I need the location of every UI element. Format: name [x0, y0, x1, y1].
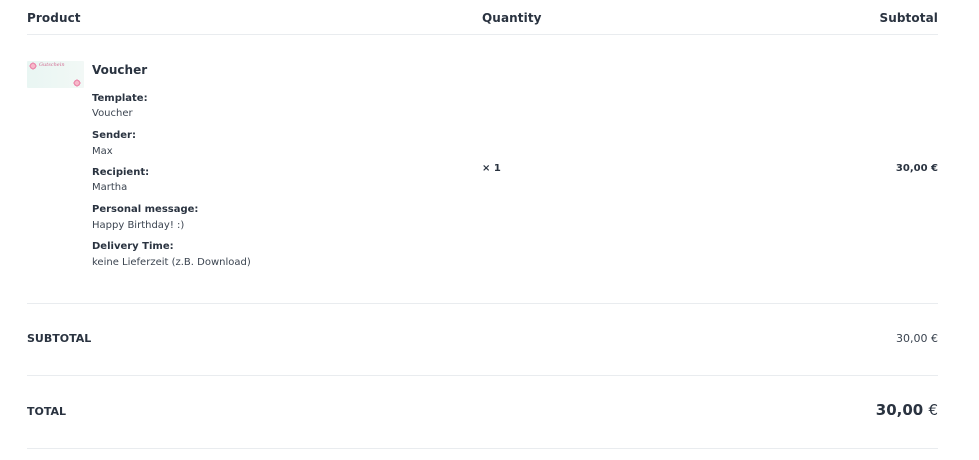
- flower-decoration: [73, 79, 81, 87]
- item-quantity: × 1: [482, 163, 501, 174]
- total-divider: [27, 448, 938, 449]
- subtotal-divider: [27, 375, 938, 376]
- voucher-thumbnail: Gutschein: [27, 61, 84, 88]
- detail-label-recipient: Recipient:: [92, 167, 150, 178]
- header-product: Product: [27, 11, 81, 25]
- detail-value-delivery-time: keine Lieferzeit (z.B. Download): [92, 257, 251, 268]
- detail-label-template: Template:: [92, 93, 148, 104]
- flower-decoration: [29, 62, 37, 70]
- detail-label-delivery-time: Delivery Time:: [92, 241, 174, 252]
- thumbnail-script-text: Gutschein: [39, 62, 65, 68]
- total-amount: 30,00: [875, 401, 924, 419]
- detail-value-personal-message: Happy Birthday! :): [92, 220, 185, 231]
- header-divider: [27, 34, 938, 35]
- detail-value-recipient: Martha: [92, 182, 128, 193]
- total-currency: €: [928, 401, 938, 419]
- total-value: 30,00 €: [818, 401, 938, 419]
- header-quantity: Quantity: [482, 11, 542, 25]
- header-subtotal: Subtotal: [879, 11, 938, 25]
- detail-label-sender: Sender:: [92, 130, 136, 141]
- detail-value-sender: Max: [92, 146, 113, 157]
- subtotal-label: SUBTOTAL: [27, 332, 92, 345]
- detail-label-personal-message: Personal message:: [92, 204, 199, 215]
- product-name: Voucher: [92, 63, 148, 77]
- order-review-table: Product Quantity Subtotal Gutschein Vouc…: [0, 0, 979, 460]
- item-subtotal: 30,00 €: [895, 163, 938, 174]
- item-divider: [27, 303, 938, 304]
- detail-value-template: Voucher: [92, 108, 133, 119]
- subtotal-value: 30,00 €: [896, 332, 938, 345]
- total-label: TOTAL: [27, 405, 67, 418]
